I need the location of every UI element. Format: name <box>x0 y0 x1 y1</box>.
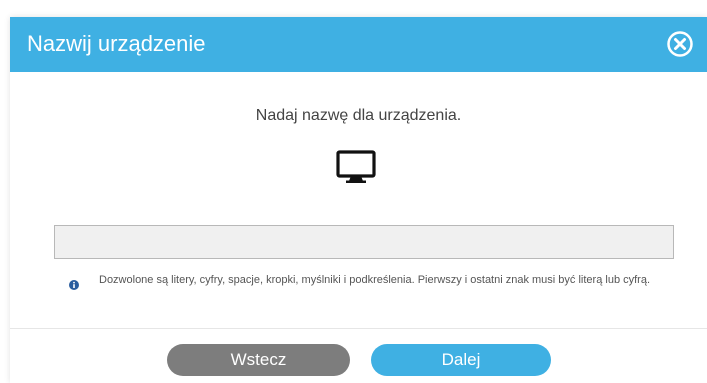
info-icon <box>69 280 79 290</box>
close-icon[interactable] <box>666 30 694 58</box>
footer-divider <box>10 328 707 329</box>
page: Nazwij urządzenie Nadaj nazwę dla urządz… <box>0 0 707 383</box>
dialog-titlebar: Nazwij urządzenie <box>10 17 707 72</box>
dialog-prompt: Nadaj nazwę dla urządzenia. <box>255 107 462 124</box>
naming-rules-hint: Dozwolone są litery, cyfry, spacje, krop… <box>99 274 651 286</box>
back-button[interactable]: Wstecz <box>167 344 350 376</box>
device-name-input[interactable] <box>54 225 674 259</box>
name-device-dialog: Nazwij urządzenie Nadaj nazwę dla urządz… <box>10 17 707 383</box>
monitor-icon <box>336 150 376 183</box>
dialog-title: Nazwij urządzenie <box>27 31 206 56</box>
next-button[interactable]: Dalej <box>371 344 551 376</box>
